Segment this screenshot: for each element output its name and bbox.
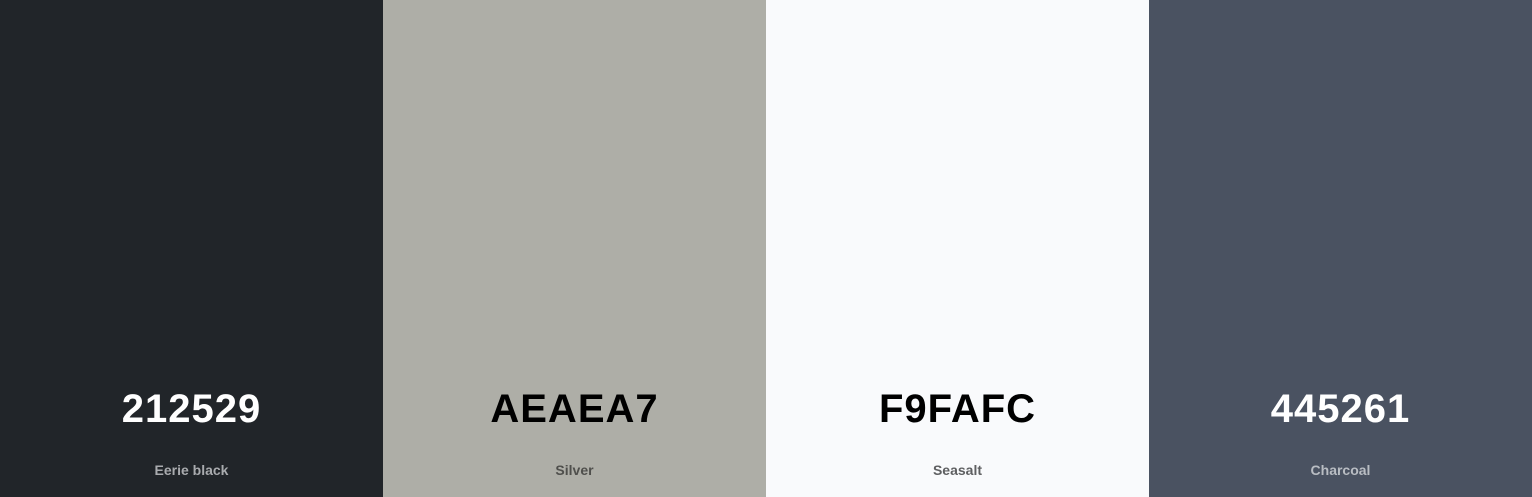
- swatch-hex-code[interactable]: F9FAFC: [879, 389, 1036, 429]
- swatch-hex-code[interactable]: 212529: [122, 389, 261, 429]
- swatch-silver[interactable]: AEAEA7 Silver: [383, 0, 766, 497]
- swatch-color-name: Eerie black: [154, 462, 229, 478]
- swatch-charcoal[interactable]: 445261 Charcoal: [1149, 0, 1532, 497]
- swatch-eerie-black[interactable]: 212529 Eerie black: [0, 0, 383, 497]
- swatch-color-name: Seasalt: [932, 462, 983, 478]
- swatch-color-name: Charcoal: [1310, 462, 1371, 478]
- color-palette: 212529 Eerie black AEAEA7 Silver F9FAFC …: [0, 0, 1532, 497]
- swatch-color-name: Silver: [555, 462, 594, 478]
- swatch-hex-code[interactable]: AEAEA7: [490, 389, 658, 429]
- swatch-hex-code[interactable]: 445261: [1271, 389, 1410, 429]
- swatch-seasalt[interactable]: F9FAFC Seasalt: [766, 0, 1149, 497]
